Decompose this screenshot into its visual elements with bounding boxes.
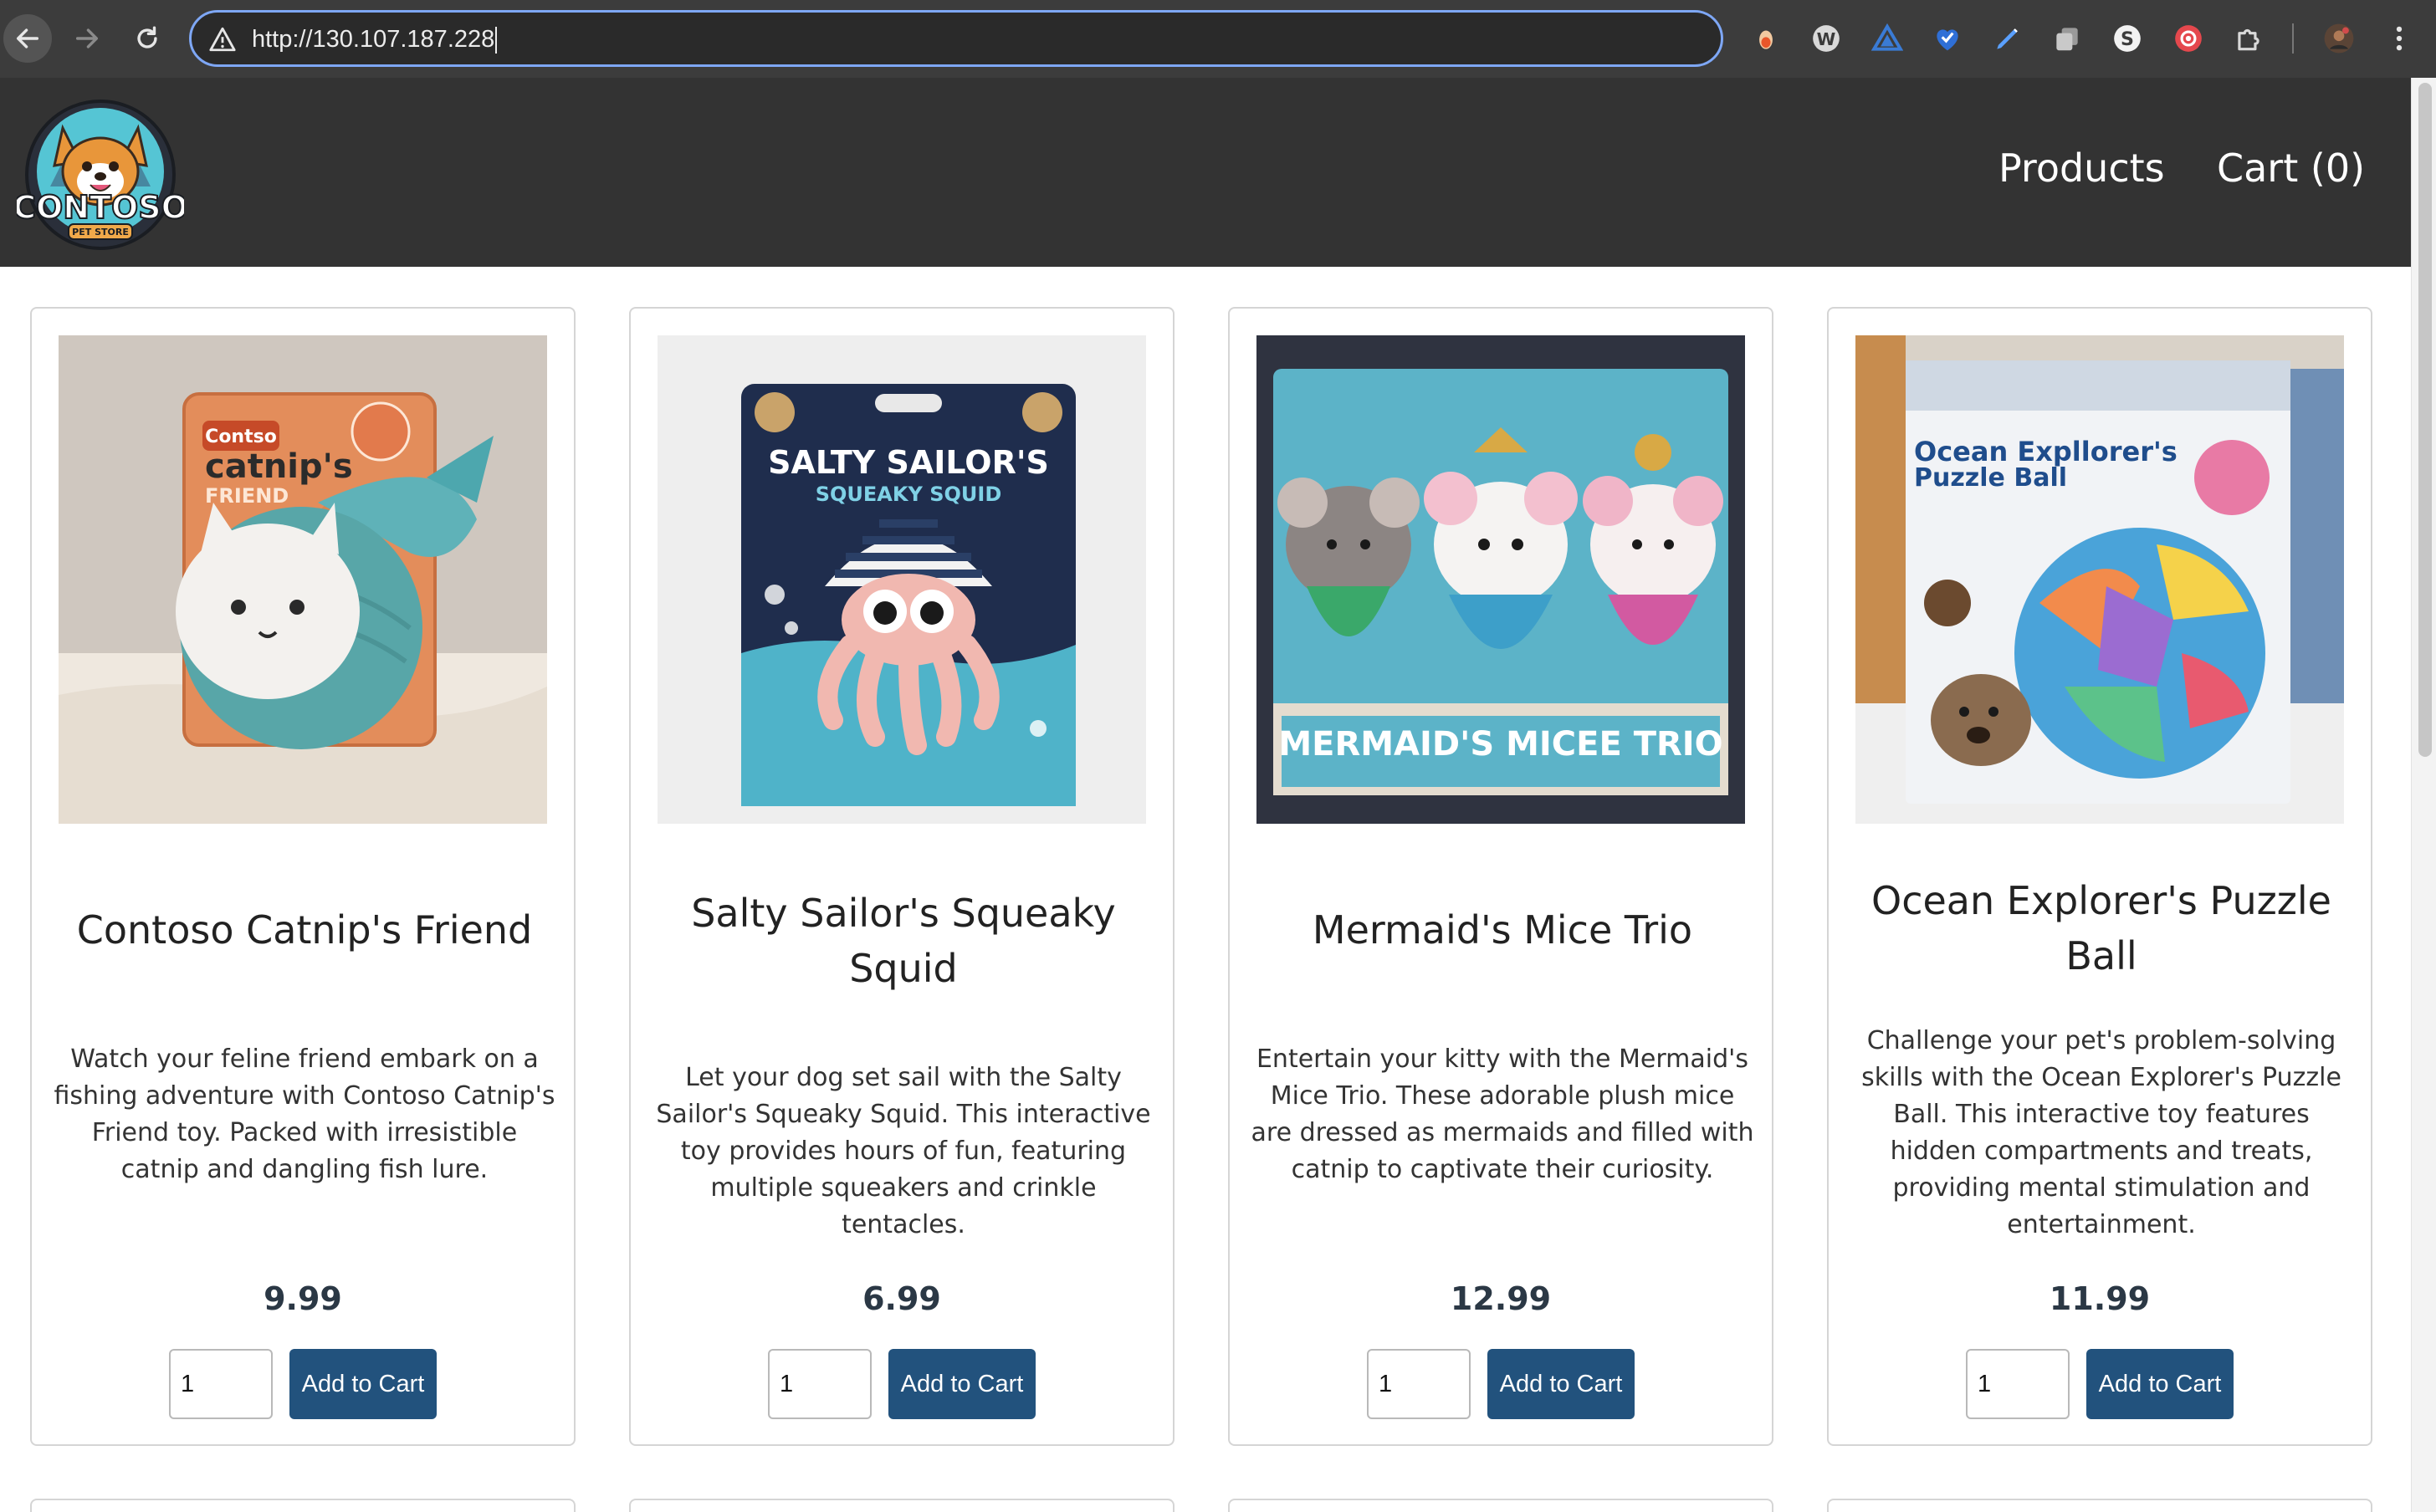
honey-icon[interactable]	[1747, 19, 1785, 58]
browser-menu-button[interactable]	[2380, 19, 2418, 58]
product-card: Ocean Expllorer's Puzzle Ball Ocean Expl…	[1827, 307, 2372, 1446]
kebab-menu-icon	[2396, 26, 2403, 51]
package-subtitle: Puzzle Ball	[1914, 463, 2067, 493]
product-card-partial	[30, 1499, 576, 1512]
camera-extension-icon[interactable]	[2169, 19, 2208, 58]
logo-subtext: PET STORE	[72, 227, 129, 238]
pen-icon[interactable]	[1988, 19, 2027, 58]
browser-toolbar: http://130.107.187.228 W S	[0, 0, 2436, 78]
triangle-extension-icon[interactable]	[1868, 19, 1906, 58]
product-image-puzzle-ball[interactable]: Ocean Expllorer's Puzzle Ball	[1855, 335, 2344, 824]
package-subtitle: FRIEND	[205, 484, 289, 508]
page-scrollbar[interactable]	[2411, 78, 2436, 1512]
not-secure-warning-icon[interactable]	[208, 25, 237, 54]
reload-button[interactable]	[123, 14, 171, 63]
reload-icon	[137, 26, 157, 49]
package-title: catnip's	[205, 447, 353, 486]
product-title[interactable]: Salty Sailor's Squeaky Squid	[647, 886, 1159, 996]
text-caret	[495, 27, 498, 54]
product-price: 9.99	[264, 1280, 342, 1317]
profile-avatar[interactable]	[2320, 19, 2358, 58]
store-header: CONTOSO PET STORE Products Cart (0)	[0, 78, 2411, 267]
product-price: 12.99	[1450, 1280, 1552, 1317]
product-card: SALTY SAILOR'S SQUEAKY SQUID Salty Sailo…	[629, 307, 1174, 1446]
product-card-partial	[1228, 1499, 1773, 1512]
product-title[interactable]: Ocean Explorer's Puzzle Ball	[1845, 873, 2357, 983]
product-card: Contso catnip's FRIEND Contoso Catnip's …	[30, 307, 576, 1446]
product-description: Watch your feline friend embark on a fis…	[54, 1045, 555, 1184]
arrow-left-icon	[16, 28, 39, 49]
product-price: 11.99	[2049, 1280, 2151, 1317]
add-to-cart-button[interactable]: Add to Cart	[2086, 1349, 2234, 1419]
product-image-squeaky-squid[interactable]: SALTY SAILOR'S SQUEAKY SQUID	[658, 335, 1146, 824]
product-title[interactable]: Mermaid's Mice Trio	[1246, 902, 1758, 958]
s-extension-icon[interactable]: S	[2108, 19, 2147, 58]
w-extension-icon[interactable]: W	[1807, 19, 1845, 58]
package-title: SALTY SAILOR'S	[768, 444, 1049, 481]
back-button[interactable]	[3, 14, 52, 63]
scrollbar-thumb[interactable]	[2418, 83, 2432, 757]
product-description: Entertain your kitty with the Mermaid's …	[1251, 1045, 1754, 1184]
puzzle-icon[interactable]	[2229, 19, 2268, 58]
product-image-catnip-friend[interactable]: Contso catnip's FRIEND	[59, 335, 547, 824]
product-title[interactable]: Contoso Catnip's Friend	[49, 902, 560, 958]
package-brand: Contso	[205, 427, 277, 447]
product-card-partial	[1827, 1499, 2372, 1512]
package-subtitle: SQUEAKY SQUID	[816, 483, 1002, 506]
contoso-logo[interactable]: CONTOSO PET STORE	[12, 94, 189, 253]
quantity-input[interactable]: 1	[1966, 1349, 2070, 1419]
url-text[interactable]: http://130.107.187.228	[252, 26, 494, 53]
copy-icon[interactable]	[2048, 19, 2086, 58]
quantity-input[interactable]: 1	[169, 1349, 273, 1419]
add-to-cart-button[interactable]: Add to Cart	[888, 1349, 1036, 1419]
logo-text: CONTOSO	[17, 189, 184, 226]
svg-text:W: W	[1817, 29, 1836, 49]
nav-cart-link[interactable]: Cart (0)	[2217, 145, 2365, 192]
svg-text:S: S	[2121, 28, 2134, 50]
quantity-input[interactable]: 1	[768, 1349, 872, 1419]
add-to-cart-button[interactable]: Add to Cart	[289, 1349, 437, 1419]
add-to-cart-button[interactable]: Add to Cart	[1487, 1349, 1635, 1419]
toolbar-divider	[2292, 23, 2294, 54]
product-image-mermaid-mice[interactable]: MERMAID'S MICEE TRIO	[1256, 335, 1745, 824]
forward-button[interactable]	[63, 14, 111, 63]
shield-heart-icon[interactable]	[1928, 19, 1967, 58]
address-bar[interactable]: http://130.107.187.228	[189, 10, 1723, 67]
quantity-input[interactable]: 1	[1367, 1349, 1471, 1419]
product-card: MERMAID'S MICEE TRIO Mermaid's Mice Trio…	[1228, 307, 1773, 1446]
arrow-right-icon	[75, 28, 99, 49]
product-description: Challenge your pet's problem-solving ski…	[1861, 1026, 2341, 1239]
product-card-partial	[629, 1499, 1174, 1512]
product-description: Let your dog set sail with the Salty Sai…	[656, 1063, 1151, 1239]
product-price: 6.99	[862, 1280, 941, 1317]
nav-products-link[interactable]: Products	[1998, 145, 2165, 192]
package-title: MERMAID'S MICEE TRIO	[1278, 725, 1722, 764]
